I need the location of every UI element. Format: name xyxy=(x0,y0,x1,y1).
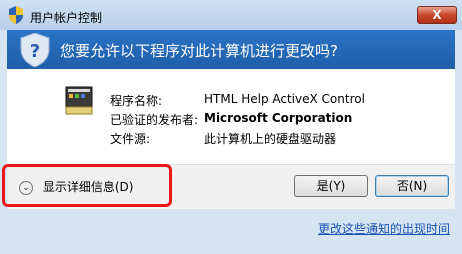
source-value: 此计算机上的硬盘驱动器 xyxy=(204,132,337,146)
program-icon xyxy=(65,86,93,115)
close-icon: X xyxy=(432,8,442,22)
publisher-label: 已验证的发布者: xyxy=(110,113,199,127)
source-label: 文件源: xyxy=(110,132,151,146)
close-button[interactable]: X xyxy=(417,6,457,24)
yes-button[interactable]: 是(Y) xyxy=(294,175,368,197)
highlight-box xyxy=(2,164,172,207)
program-details: 程序名称: HTML Help ActiveX Control 已验证的发布者:… xyxy=(7,69,455,164)
publisher-value: Microsoft Corporation xyxy=(204,111,353,125)
question-shield-icon: ? xyxy=(20,33,50,67)
change-notifications-link[interactable]: 更改这些通知的出现时间 xyxy=(318,220,450,237)
uac-question: 您要允许以下程序对此计算机进行更改吗? xyxy=(60,42,338,60)
svg-text:?: ? xyxy=(30,41,40,62)
header-band: ? 您要允许以下程序对此计算机进行更改吗? xyxy=(7,30,455,69)
uac-shield-icon xyxy=(9,6,23,24)
program-name-value: HTML Help ActiveX Control xyxy=(204,92,365,106)
window-title: 用户帐户控制 xyxy=(30,11,103,25)
title-bar: 用户帐户控制 X xyxy=(0,0,462,30)
no-button[interactable]: 否(N) xyxy=(375,175,449,197)
program-name-label: 程序名称: xyxy=(110,94,163,108)
